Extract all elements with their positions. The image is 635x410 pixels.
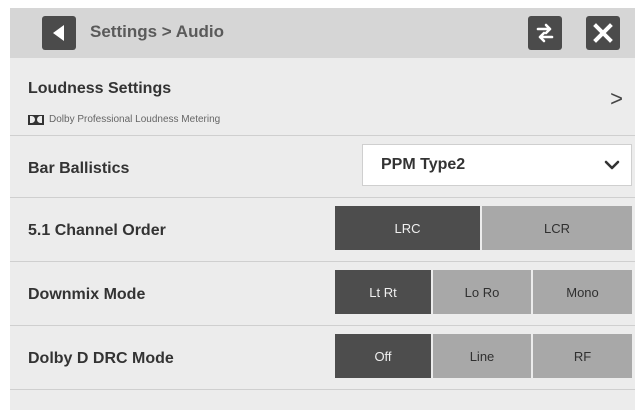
loudness-settings-label: Loudness Settings bbox=[28, 80, 172, 97]
downmix-ltrt-button[interactable]: Lt Rt bbox=[335, 270, 431, 314]
drc-mode-row: Dolby D DRC Mode Off Line RF bbox=[10, 326, 635, 390]
channel-order-lcr-button[interactable]: LCR bbox=[482, 206, 632, 250]
dolby-logo-icon bbox=[28, 114, 44, 125]
channel-order-label: 5.1 Channel Order bbox=[28, 222, 166, 239]
bar-ballistics-label: Bar Ballistics bbox=[28, 160, 130, 177]
downmix-mode-label: Downmix Mode bbox=[28, 286, 146, 303]
dolby-sub-label: Dolby Professional Loudness Metering bbox=[28, 114, 220, 125]
drc-rf-button[interactable]: RF bbox=[533, 334, 632, 378]
dolby-metering-text: Dolby Professional Loudness Metering bbox=[49, 114, 221, 125]
channel-order-lrc-button[interactable]: LRC bbox=[335, 206, 480, 250]
back-button[interactable] bbox=[42, 16, 76, 50]
swap-button[interactable] bbox=[528, 16, 562, 50]
bar-ballistics-value: PPM Type2 bbox=[381, 156, 466, 173]
loudness-settings-row[interactable]: Loudness Settings Dolby Professional Lou… bbox=[10, 58, 635, 136]
downmix-mono-button[interactable]: Mono bbox=[533, 270, 632, 314]
back-arrow-icon bbox=[53, 25, 64, 41]
drc-line-button[interactable]: Line bbox=[433, 334, 531, 378]
header-bar: Settings > Audio bbox=[10, 8, 635, 58]
drc-mode-label: Dolby D DRC Mode bbox=[28, 350, 174, 367]
bar-ballistics-select[interactable]: PPM Type2 bbox=[362, 144, 632, 186]
downmix-mode-row: Downmix Mode Lt Rt Lo Ro Mono bbox=[10, 262, 635, 326]
swap-arrows-icon bbox=[536, 23, 554, 43]
breadcrumb: Settings > Audio bbox=[90, 22, 224, 41]
audio-settings-panel: Settings > Audio Loudness Settings Dolby… bbox=[10, 0, 635, 410]
channel-order-row: 5.1 Channel Order LRC LCR bbox=[10, 198, 635, 262]
drc-off-button[interactable]: Off bbox=[335, 334, 431, 378]
chevron-down-icon bbox=[604, 160, 620, 170]
close-icon bbox=[593, 23, 613, 43]
close-button[interactable] bbox=[586, 16, 620, 50]
bar-ballistics-row: Bar Ballistics PPM Type2 bbox=[10, 136, 635, 198]
downmix-loro-button[interactable]: Lo Ro bbox=[433, 270, 531, 314]
chevron-right-icon: > bbox=[610, 86, 623, 111]
